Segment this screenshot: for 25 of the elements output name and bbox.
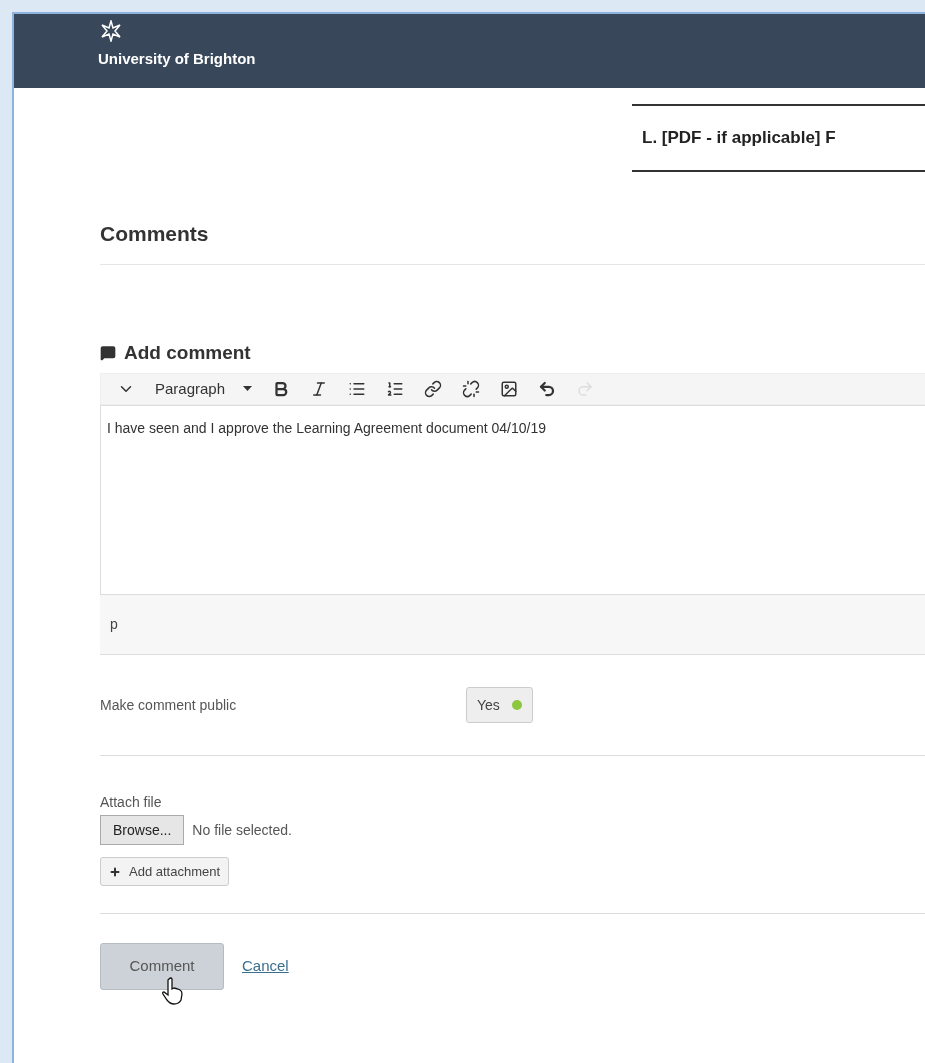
- image-icon[interactable]: [500, 380, 519, 398]
- numbered-list-icon[interactable]: [386, 380, 405, 398]
- plus-icon: [109, 865, 121, 878]
- browse-button[interactable]: Browse...: [100, 815, 185, 845]
- format-dropdown[interactable]: Paragraph: [155, 377, 253, 401]
- form-title: Add comment: [124, 340, 251, 365]
- attach-label: Attach file: [100, 793, 163, 812]
- hand-cursor-icon: [162, 977, 184, 1005]
- file-status: No file selected.: [192, 820, 292, 840]
- element-path: p: [100, 595, 925, 655]
- caret-icon: [243, 386, 253, 392]
- public-toggle[interactable]: Yes: [466, 687, 533, 723]
- section-title: Comments: [100, 221, 210, 247]
- add-attachment-button[interactable]: Add attachment: [100, 857, 230, 886]
- public-label: Make comment public: [100, 695, 238, 715]
- unlink-icon[interactable]: [462, 380, 481, 398]
- section-tab[interactable]: L. [PDF - if applicable] F: [632, 104, 925, 172]
- star-logo-icon: [100, 20, 122, 42]
- undo-icon[interactable]: [538, 380, 557, 398]
- comment-button[interactable]: Comment: [100, 943, 224, 990]
- bullet-list-icon[interactable]: [348, 380, 367, 398]
- link-icon[interactable]: [424, 380, 443, 398]
- brand-name: University of Brighton: [98, 49, 257, 69]
- comment-editor[interactable]: I have seen and I approve the Learning Agreement document 04/10/19: [100, 405, 925, 595]
- cancel-link[interactable]: Cancel: [242, 955, 289, 978]
